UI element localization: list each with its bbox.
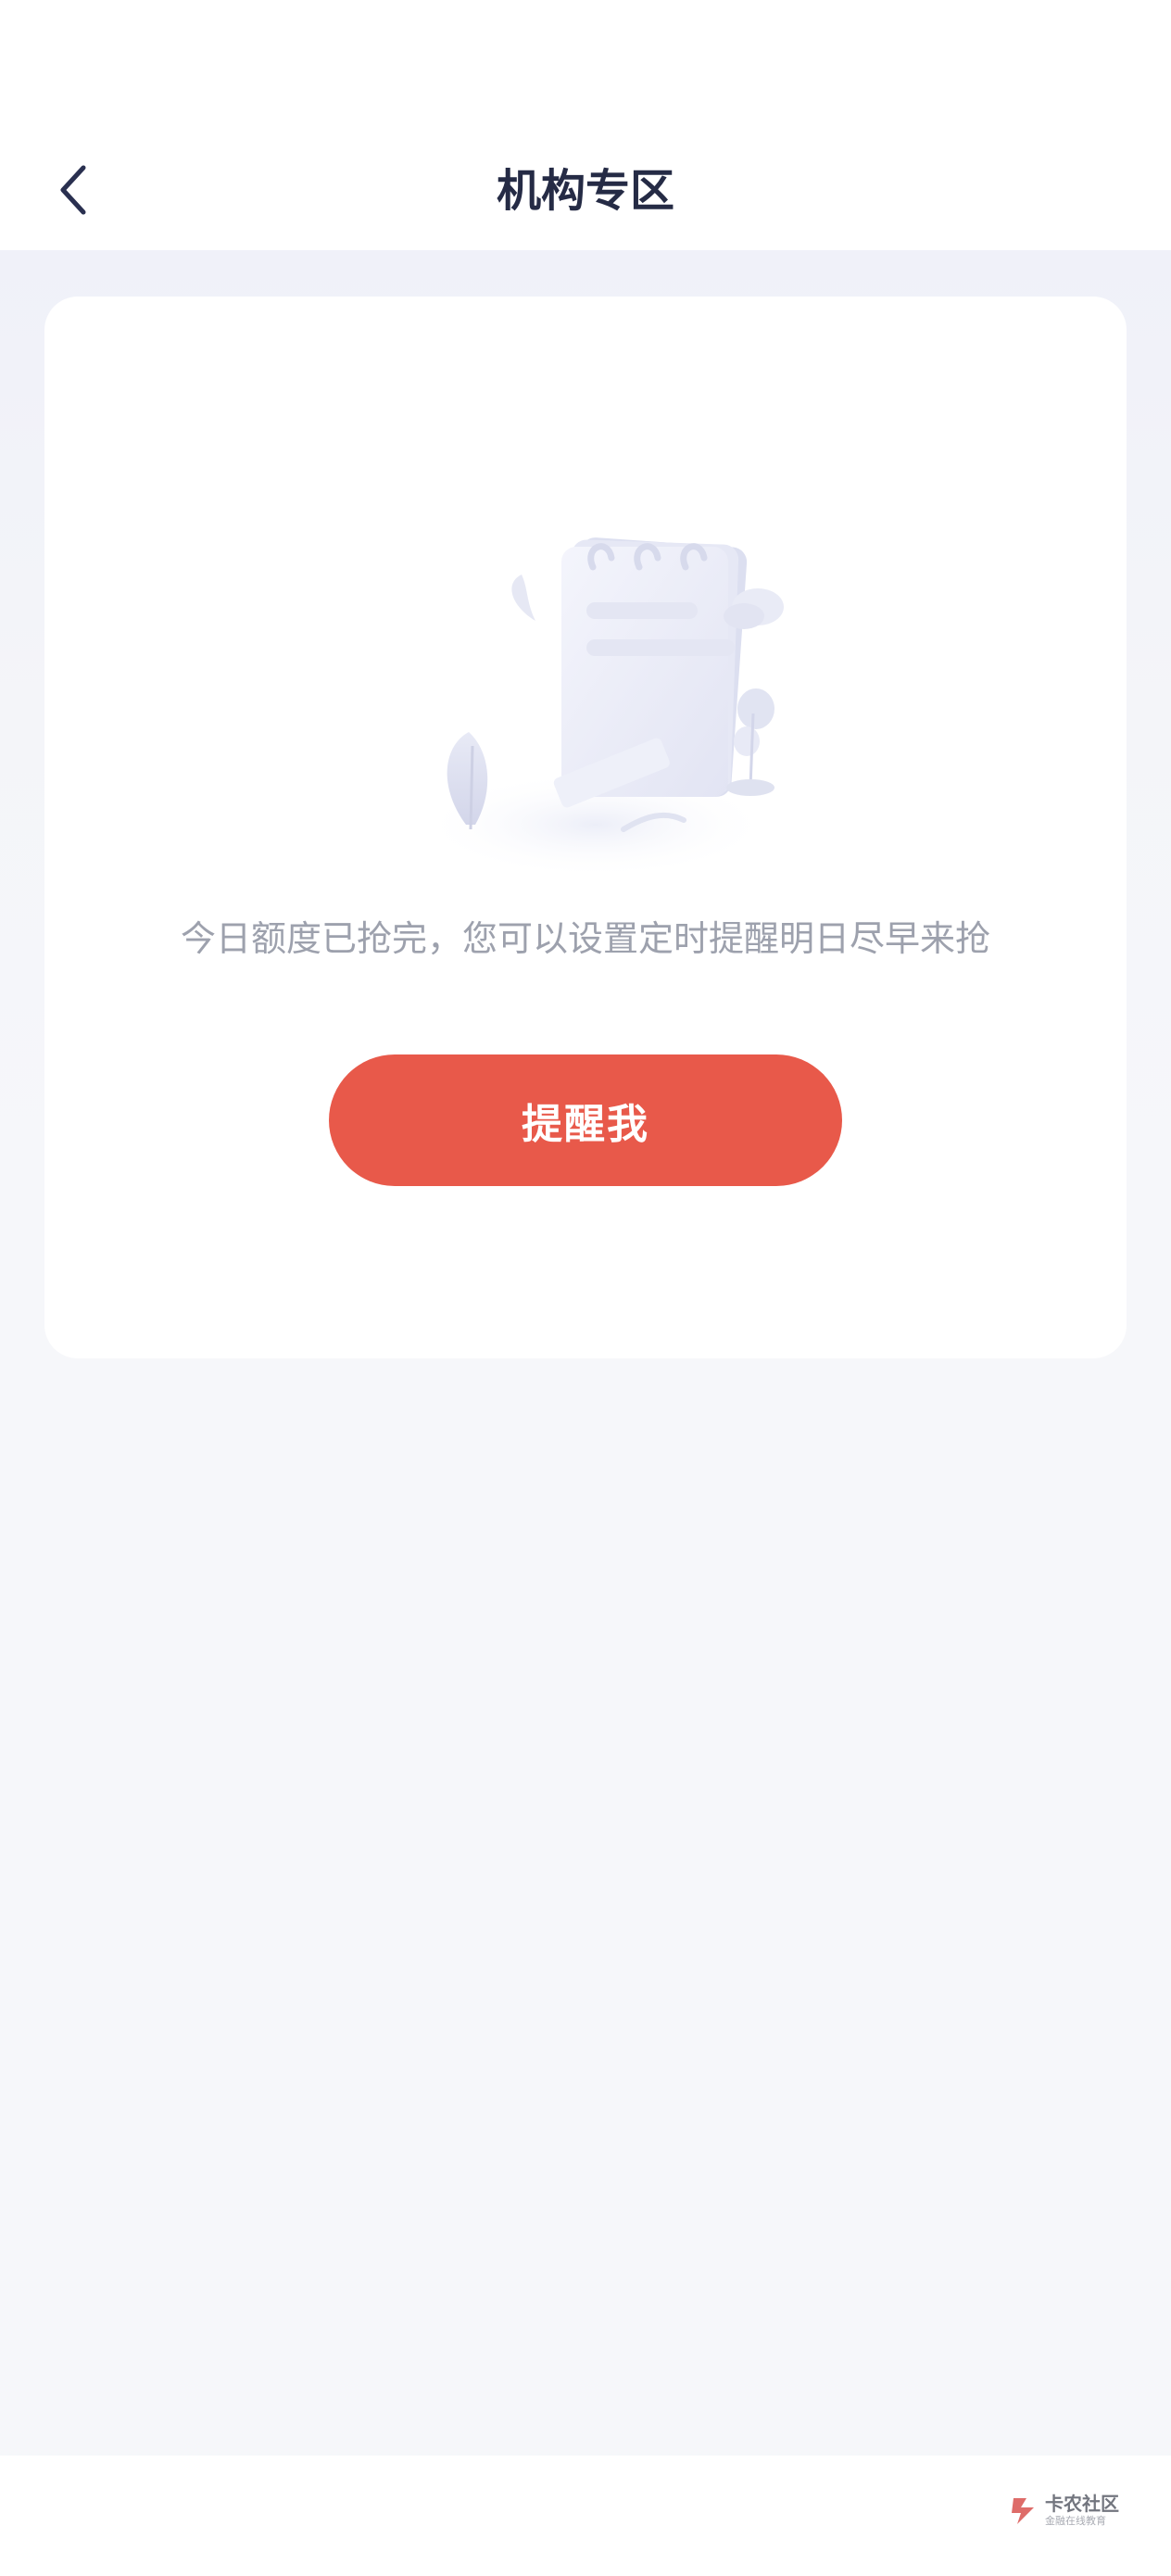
kanong-logo-icon — [1012, 2498, 1034, 2524]
bottom-bar: 卡农社区 金融在线教育 — [0, 2456, 1171, 2576]
empty-state-card: 今日额度已抢完，您可以设置定时提醒明日尽早来抢 提醒我 — [44, 297, 1127, 1358]
watermark-title: 卡农社区 — [1045, 2493, 1119, 2515]
remind-me-button[interactable]: 提醒我 — [329, 1054, 842, 1186]
watermark: 卡农社区 金融在线教育 — [1008, 2493, 1119, 2528]
watermark-subtitle: 金融在线教育 — [1045, 2515, 1106, 2527]
page-title: 机构专区 — [496, 165, 674, 217]
top-navigation-bar: 机构专区 — [0, 0, 1171, 250]
empty-state-message: 今日额度已抢完，您可以设置定时提醒明日尽早来抢 — [180, 918, 990, 959]
empty-notepad-illustration — [420, 537, 784, 878]
remind-me-label: 提醒我 — [522, 1102, 649, 1147]
